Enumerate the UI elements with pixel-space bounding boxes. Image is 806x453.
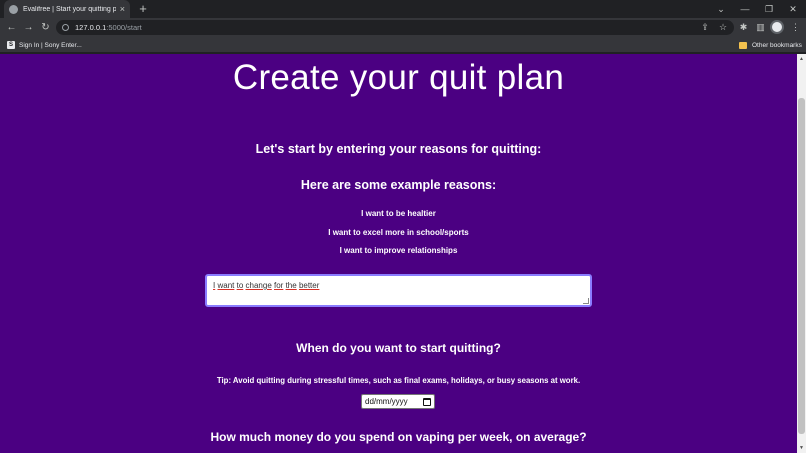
start-date-heading: When do you want to start quitting? xyxy=(296,341,501,355)
folder-icon xyxy=(739,41,747,49)
minimize-icon[interactable]: — xyxy=(734,0,756,18)
site-info-icon[interactable] xyxy=(62,24,69,31)
textarea-word: change xyxy=(245,281,272,290)
share-icon[interactable]: ⇪ xyxy=(698,20,712,35)
profile-avatar[interactable] xyxy=(770,20,784,34)
textarea-word: better xyxy=(298,281,320,290)
textarea-word: for xyxy=(274,281,284,290)
side-panel-icon[interactable]: ▥ xyxy=(753,20,768,35)
reason-textarea[interactable]: I want to change for the better xyxy=(205,274,592,307)
money-heading: How much money do you spend on vaping pe… xyxy=(210,430,587,444)
page-viewport: Create your quit plan Let's start by ent… xyxy=(0,54,797,453)
globe-icon xyxy=(9,4,18,14)
tab-strip: Evalifree | Start your quitting pla × + … xyxy=(0,0,806,18)
window-close-icon[interactable]: ✕ xyxy=(782,0,804,18)
reload-icon[interactable]: ↻ xyxy=(38,20,53,35)
other-bookmarks[interactable]: Other bookmarks xyxy=(739,39,802,51)
new-tab-button[interactable]: + xyxy=(136,2,150,16)
bookmark-label: Sign In | Sony Enter... xyxy=(19,41,82,49)
calendar-icon[interactable] xyxy=(423,397,431,406)
tab-search-icon[interactable]: ⌄ xyxy=(710,0,732,18)
textarea-word: want xyxy=(217,281,235,290)
scroll-up-icon[interactable]: ▲ xyxy=(797,54,806,64)
textarea-word: I xyxy=(213,281,216,290)
date-placeholder: dd/mm/yyyy xyxy=(365,397,408,406)
textarea-word: to xyxy=(236,281,244,290)
sony-favicon-icon: S xyxy=(7,41,15,49)
textarea-word: the xyxy=(285,281,297,290)
address-bar[interactable]: 127.0.0.1:5000/start ⇪ ☆ xyxy=(56,20,734,35)
reasons-heading: Let's start by entering your reasons for… xyxy=(255,142,542,156)
resize-handle-icon[interactable] xyxy=(583,298,589,304)
bookmarks-bar: S Sign In | Sony Enter... Other bookmark… xyxy=(0,37,806,53)
tab-title: Evalifree | Start your quitting pla xyxy=(23,5,116,13)
bookmark-star-icon[interactable]: ☆ xyxy=(716,20,730,35)
browser-tab-active[interactable]: Evalifree | Start your quitting pla × xyxy=(4,0,130,18)
start-date-input[interactable]: dd/mm/yyyy xyxy=(361,394,435,409)
page-title: Create your quit plan xyxy=(232,58,565,97)
examples-heading: Here are some example reasons: xyxy=(300,178,497,192)
scroll-down-icon[interactable]: ▼ xyxy=(797,443,806,453)
scrollbar-thumb[interactable] xyxy=(798,98,805,434)
example-reason: I want to be healtier xyxy=(361,209,436,218)
example-reason: I want to excel more in school/sports xyxy=(328,228,469,237)
back-icon[interactable]: ← xyxy=(4,20,19,35)
extensions-icon[interactable]: ✱ xyxy=(736,20,751,35)
browser-toolbar: ← → ↻ 127.0.0.1:5000/start ⇪ ☆ ✱ ▥ ⋮ xyxy=(0,18,806,37)
bookmark-sign-in[interactable]: S Sign In | Sony Enter... xyxy=(7,39,82,51)
other-bookmarks-label: Other bookmarks xyxy=(752,41,802,49)
close-tab-icon[interactable]: × xyxy=(120,4,125,14)
example-reason: I want to improve relationships xyxy=(339,246,458,255)
page-scrollbar[interactable]: ▲ ▼ xyxy=(797,54,806,453)
forward-icon[interactable]: → xyxy=(21,20,36,35)
tip-text: Tip: Avoid quitting during stressful tim… xyxy=(216,376,581,385)
url-host: 127.0.0.1 xyxy=(75,23,107,32)
menu-icon[interactable]: ⋮ xyxy=(788,20,803,35)
restore-icon[interactable]: ❐ xyxy=(758,0,780,18)
reason-textarea-value: I want to change for the better xyxy=(213,281,584,290)
url-path: :5000/start xyxy=(106,23,142,32)
